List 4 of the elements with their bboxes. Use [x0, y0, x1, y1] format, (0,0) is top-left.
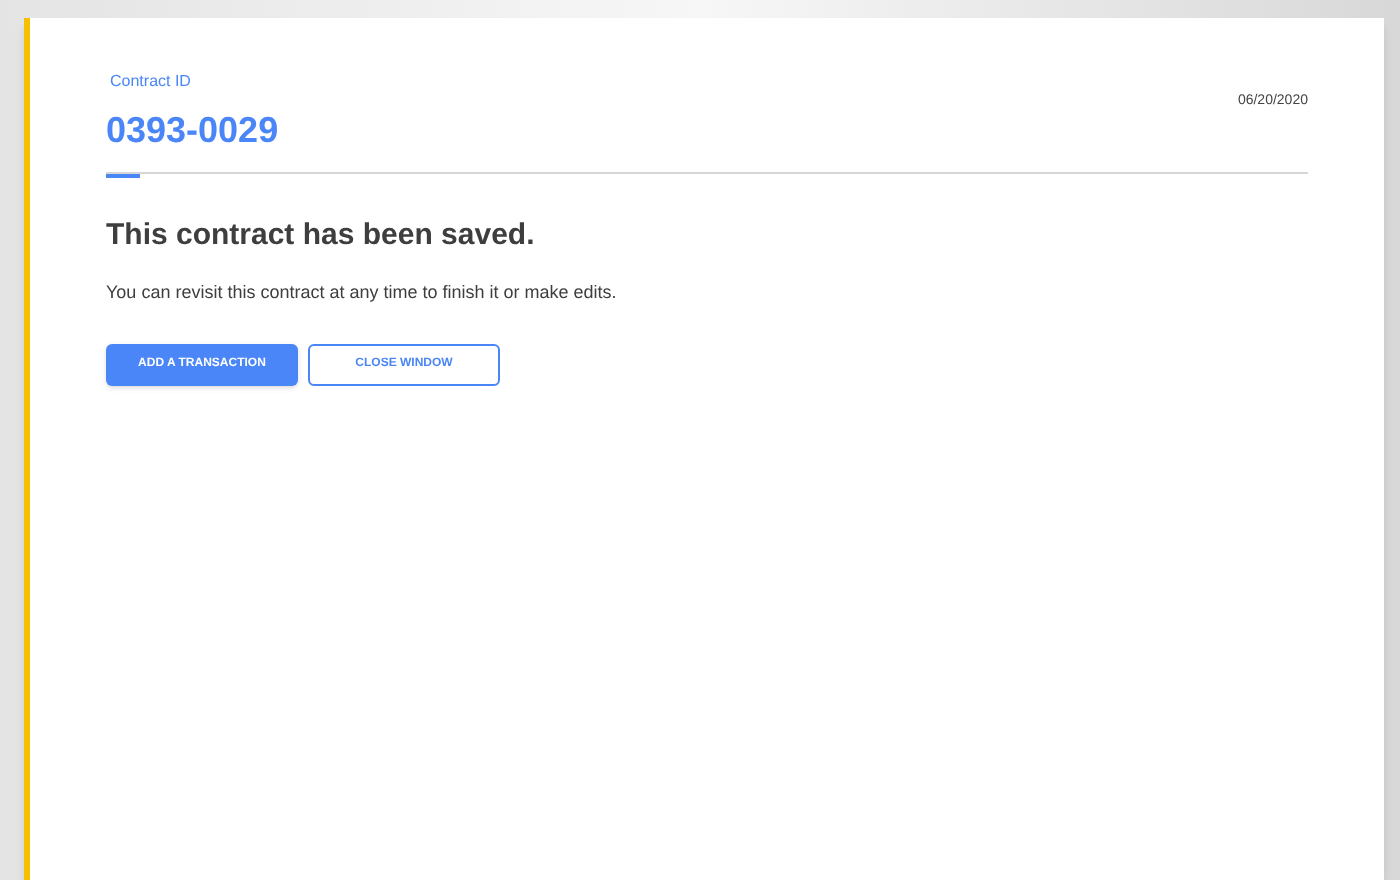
contract-id-label: Contract ID: [110, 70, 193, 94]
saved-heading: This contract has been saved.: [106, 216, 537, 256]
contract-id: 0393-0029: [106, 108, 279, 154]
saved-message: You can revisit this contract at any time to finish it or make edits.: [106, 279, 619, 306]
